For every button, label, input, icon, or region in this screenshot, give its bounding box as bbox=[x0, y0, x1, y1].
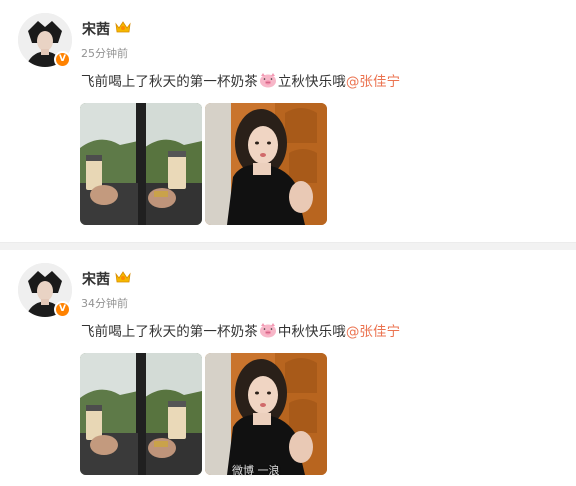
mention-link[interactable]: @张佳宁 bbox=[346, 324, 400, 340]
post-text: 飞前喝上了秋天的第一杯奶茶 立秋快乐哦@张佳宁 bbox=[81, 70, 400, 90]
crown-icon bbox=[115, 271, 131, 283]
crown-icon bbox=[115, 21, 131, 33]
photo-thumbnail[interactable] bbox=[205, 103, 327, 225]
post-text-main: 飞前喝上了秋天的第一杯奶茶 bbox=[81, 74, 258, 90]
post-divider bbox=[0, 242, 576, 250]
verified-badge-icon: V bbox=[54, 51, 71, 68]
watermark: 微博 一浪 bbox=[232, 464, 280, 477]
post-text: 飞前喝上了秋天的第一杯奶茶 中秋快乐哦@张佳宁 bbox=[81, 320, 400, 340]
user-name[interactable]: 宋茜 bbox=[82, 269, 110, 289]
post-text-main: 飞前喝上了秋天的第一杯奶茶 bbox=[81, 324, 258, 340]
user-name[interactable]: 宋茜 bbox=[82, 19, 110, 39]
weibo-post: V 宋茜 25分钟前 飞前喝上了秋天的第一杯奶茶 立秋快乐哦@张佳宁 bbox=[0, 0, 576, 242]
post-text-after: 立秋快乐哦 bbox=[277, 74, 346, 90]
pig-face-icon bbox=[259, 323, 276, 338]
photo-thumbnail[interactable] bbox=[80, 103, 202, 225]
photo-thumbnail[interactable] bbox=[205, 353, 327, 475]
photo-thumbnail[interactable] bbox=[80, 353, 202, 475]
timestamp[interactable]: 25分钟前 bbox=[81, 45, 128, 61]
mention-link[interactable]: @张佳宁 bbox=[346, 74, 400, 90]
weibo-post: V 宋茜 34分钟前 飞前喝上了秋天的第一杯奶茶 中秋快乐哦@张佳宁 微博 一浪 bbox=[0, 250, 576, 486]
timestamp[interactable]: 34分钟前 bbox=[81, 295, 128, 311]
verified-badge-icon: V bbox=[54, 301, 71, 318]
post-text-after: 中秋快乐哦 bbox=[277, 324, 346, 340]
pig-face-icon bbox=[259, 73, 276, 88]
